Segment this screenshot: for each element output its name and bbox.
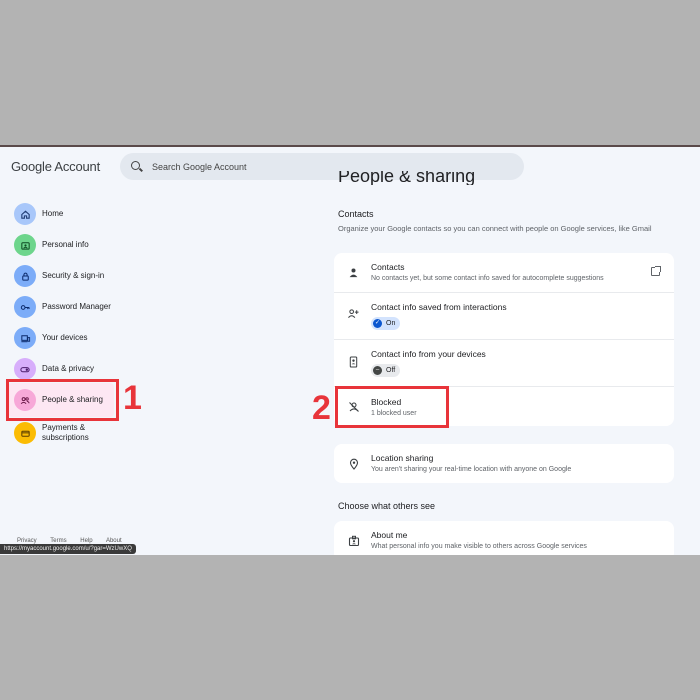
- location-icon: [347, 457, 360, 470]
- about-me-card[interactable]: About me What personal info you make vis…: [334, 521, 674, 555]
- sidebar-item-payments[interactable]: Payments & subscriptions: [14, 420, 102, 446]
- sidebar-item-label: Payments & subscriptions: [42, 423, 89, 442]
- lock-icon: [14, 265, 36, 287]
- person-icon: [347, 266, 360, 279]
- sidebar-item-label: Your devices: [42, 333, 88, 342]
- search-icon[interactable]: [131, 160, 143, 173]
- sidebar-item-label: Home: [42, 209, 64, 218]
- sidebar-item-label: Personal info: [42, 240, 89, 249]
- sidebar-item-label: Data & privacy: [42, 364, 95, 373]
- devices-contacts-row[interactable]: Contact info from your devices – Off: [334, 340, 674, 387]
- status-chip-on: ✓ On: [371, 317, 401, 330]
- row-subtitle: No contacts yet, but some contact info s…: [371, 275, 604, 282]
- sidebar-item-security[interactable]: Security & sign-in: [14, 264, 104, 288]
- contact-device-icon: [347, 355, 360, 368]
- sidebar-item-personal-info[interactable]: Personal info: [14, 233, 89, 257]
- location-card[interactable]: Location sharing You aren't sharing your…: [334, 444, 674, 483]
- person-add-icon: [347, 307, 360, 320]
- row-title: Contacts: [371, 262, 405, 272]
- page-title: People & sharing: [338, 171, 476, 185]
- annotation-box-people-sharing: [6, 379, 119, 421]
- sidebar-item-label: Security & sign-in: [42, 271, 105, 280]
- sidebar-item-home[interactable]: Home: [14, 202, 63, 226]
- row-subtitle: You aren't sharing your real-time locati…: [371, 466, 572, 473]
- status-url-tooltip: https://myaccount.google.com/u/?gar=WzUw…: [0, 544, 136, 554]
- contacts-heading: Contacts: [338, 209, 374, 219]
- row-title: About me: [371, 530, 408, 540]
- browser-frame: Google Account Home Personal info Securi…: [0, 145, 700, 555]
- devices-icon: [14, 327, 36, 349]
- sidebar-item-password-manager[interactable]: Password Manager: [14, 295, 111, 319]
- sidebar-item-devices[interactable]: Your devices: [14, 326, 88, 350]
- home-icon: [14, 203, 36, 225]
- row-title: Location sharing: [371, 453, 434, 463]
- check-icon: ✓: [373, 319, 382, 328]
- minus-icon: –: [373, 366, 382, 375]
- google-account-logo[interactable]: Google Account: [11, 159, 100, 174]
- external-link-icon[interactable]: [651, 266, 661, 276]
- contacts-row[interactable]: Contacts No contacts yet, but some conta…: [334, 253, 674, 293]
- status-chip-off: – Off: [371, 364, 401, 377]
- annotation-step-1: 1: [123, 379, 142, 417]
- annotation-step-2: 2: [312, 389, 331, 427]
- search-input[interactable]: [152, 161, 492, 172]
- row-title: Contact info saved from interactions: [371, 302, 507, 312]
- id-card-icon: [14, 234, 36, 256]
- toggle-icon: [14, 358, 36, 380]
- row-subtitle: What personal info you make visible to o…: [371, 543, 587, 550]
- others-see-heading: Choose what others see: [338, 501, 436, 511]
- sidebar-item-data-privacy[interactable]: Data & privacy: [14, 357, 94, 381]
- key-icon: [14, 296, 36, 318]
- sidebar-item-label: Password Manager: [42, 302, 111, 311]
- wallet-icon: [14, 422, 36, 444]
- contacts-description: Organize your Google contacts so you can…: [338, 224, 652, 233]
- badge-icon: [347, 534, 360, 547]
- row-title: Contact info from your devices: [371, 349, 486, 359]
- interactions-row[interactable]: Contact info saved from interactions ✓ O…: [334, 293, 674, 340]
- annotation-box-blocked: [335, 386, 449, 428]
